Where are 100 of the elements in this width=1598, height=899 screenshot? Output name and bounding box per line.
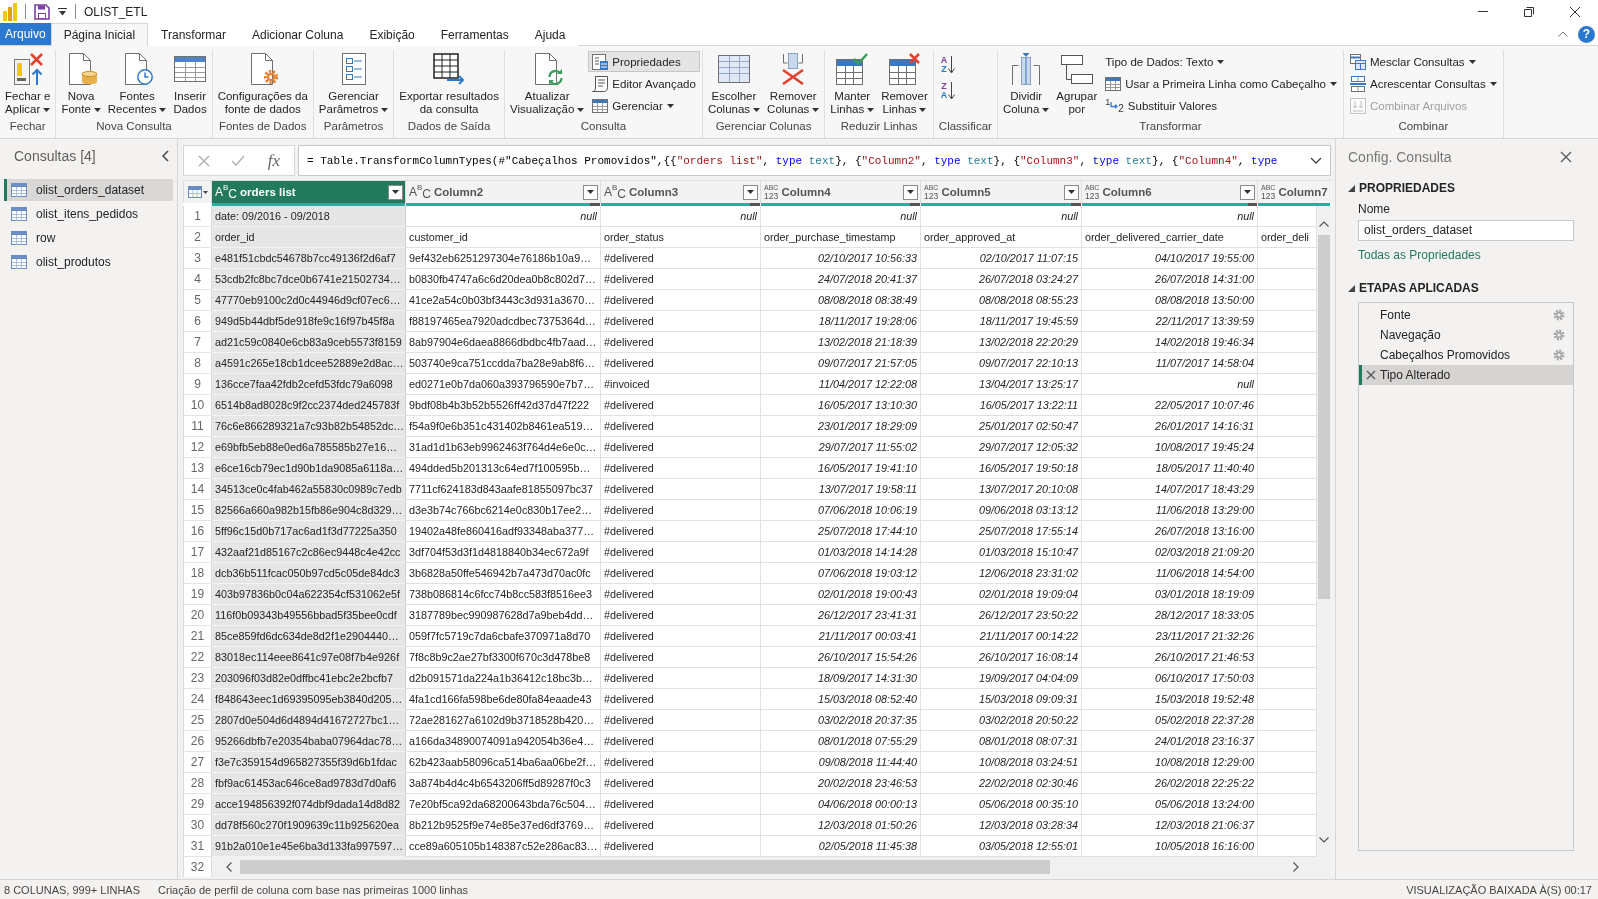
chevron-up-icon[interactable] — [1558, 31, 1568, 37]
chevron-left-icon[interactable] — [226, 862, 232, 872]
arrow-down-icon — [948, 56, 956, 74]
name-field[interactable]: olist_orders_dataset — [1358, 220, 1574, 241]
ribbon-tab[interactable]: Arquivo — [0, 23, 51, 45]
recent-sources-button[interactable]: Fontes Recentes — [104, 50, 170, 119]
row-number: 1 — [183, 206, 212, 227]
query-item[interactable]: olist_orders_dataset — [4, 179, 173, 201]
table-cell: 6514b8ad8028c9f2cc2374ded245783f — [212, 395, 406, 416]
query-item[interactable]: row — [4, 227, 173, 249]
close-apply-button[interactable]: Fechar e Aplicar — [2, 50, 54, 119]
restore-icon[interactable] — [1524, 6, 1534, 17]
manage-button[interactable]: Gerenciar — [588, 95, 700, 116]
horizontal-scrollbar[interactable] — [212, 857, 1331, 877]
table-cell: 12/03/2018 21:06:37 — [1082, 815, 1258, 836]
close-icon[interactable] — [1570, 6, 1580, 17]
data-type-button[interactable]: Tipo de Dados: Texto — [1101, 51, 1341, 72]
group-label: Parâmetros — [322, 120, 385, 134]
column-filter-button[interactable] — [1240, 184, 1255, 200]
enter-data-button[interactable]: Inserir Dados — [170, 50, 210, 119]
keep-rows-button[interactable]: Manter Linhas — [827, 50, 878, 119]
table-cell: 22/05/2017 10:07:46 — [1082, 395, 1258, 416]
scrollbar-thumb[interactable] — [1318, 235, 1330, 599]
caret-down-icon — [1068, 190, 1075, 194]
refresh-preview-button[interactable]: Atualizar Visualização — [506, 50, 588, 119]
column-filter-button[interactable] — [388, 184, 403, 200]
chevron-right-icon[interactable] — [1293, 862, 1299, 872]
table-cell: 738b086814c6fcc74b8cc583f8516ee3 — [406, 584, 601, 605]
row-number: 22 — [183, 647, 212, 668]
close-icon[interactable] — [1560, 151, 1572, 163]
column-filter-button[interactable] — [1064, 184, 1079, 200]
table-cell: 26/07/2018 14:31:00 — [1082, 269, 1258, 290]
insert-function-button[interactable]: fx — [265, 150, 282, 171]
formula-field[interactable]: = Table.TransformColumnTypes(#"Cabeçalhos Promovidos",{{"orders list", type text}, {"Column2", type text}, {"Column3", type text}, {"Column4", type — [298, 145, 1331, 176]
query-item[interactable]: olist_itens_pedidos — [4, 203, 173, 225]
table-cell: 13/02/2018 21:18:39 — [761, 332, 921, 353]
chevron-down-icon[interactable] — [1319, 837, 1329, 843]
applied-step[interactable]: Navegação — [1359, 325, 1573, 345]
column-filter-button[interactable] — [583, 184, 598, 200]
advanced-editor-button[interactable]: Editor Avançado — [588, 73, 700, 94]
table-cell: order_purchase_timestamp — [761, 227, 921, 248]
table-cell: 13/04/2017 13:25:17 — [921, 374, 1082, 395]
replace-values-button[interactable]: 12 Substituir Valores — [1101, 95, 1341, 116]
section-heading: PROPRIEDADES — [1359, 181, 1456, 195]
manage-parameters-button[interactable]: Gerenciar Parâmetros — [315, 50, 392, 119]
chevron-left-icon[interactable] — [162, 150, 169, 162]
use-first-row-headers-button[interactable]: Usar a Primeira Linha como Cabeçalho — [1101, 73, 1341, 94]
remove-columns-button[interactable]: Remover Colunas — [764, 50, 823, 119]
triangle-icon[interactable] — [1348, 284, 1355, 292]
table-cell: 26/07/2018 03:24:27 — [921, 269, 1082, 290]
ribbon-tab[interactable]: Página Inicial — [50, 23, 149, 46]
sort-descending-button[interactable]: ZA — [935, 80, 961, 102]
table-cell: null — [921, 206, 1082, 227]
table-cell: 26/01/2017 14:16:31 — [1082, 416, 1258, 437]
remove-rows-button[interactable]: Remover Linhas — [878, 50, 931, 119]
vertical-scrollbar[interactable] — [1317, 206, 1331, 857]
table-icon — [11, 207, 27, 221]
cross-icon[interactable] — [1366, 370, 1376, 380]
table-cell: 14/07/2017 18:43:29 — [1082, 479, 1258, 500]
scrollbar-thumb[interactable] — [240, 860, 1050, 874]
group-by-button[interactable]: Agrupar por — [1053, 50, 1101, 119]
choose-columns-button[interactable]: Escolher Colunas — [704, 50, 764, 119]
properties-button[interactable]: Propriedades — [588, 51, 700, 72]
help-button[interactable]: ? — [1578, 25, 1595, 43]
table-cell: e481f51cbdc54678b7cc49136f2d6af7 — [212, 248, 406, 269]
applied-step[interactable]: Cabeçalhos Promovidos — [1359, 345, 1573, 365]
append-queries-button[interactable]: Acrescentar Consultas — [1345, 73, 1501, 94]
split-column-button[interactable]: Dividir Coluna — [999, 50, 1053, 119]
column-filter-button[interactable] — [903, 184, 918, 200]
applied-step[interactable]: Fonte — [1359, 305, 1573, 325]
table-cell: acce194856392f074dbf9dada14d8d82 — [212, 794, 406, 815]
caret-down-icon[interactable] — [58, 7, 67, 16]
all-properties-link[interactable]: Todas as Propriedades — [1358, 248, 1481, 262]
table-cell: 26/10/2017 21:46:53 — [1082, 647, 1258, 668]
new-source-button[interactable]: Nova Fonte — [58, 50, 104, 119]
sort-ascending-button[interactable]: AZ — [935, 54, 961, 76]
table-cell: 08/08/2018 08:38:49 — [761, 290, 921, 311]
table-cell: 13/07/2017 20:10:08 — [921, 479, 1082, 500]
table-cell: 16/05/2017 19:50:18 — [921, 458, 1082, 479]
column-filter-button[interactable] — [743, 184, 758, 200]
data-source-settings-button[interactable]: Configurações da fonte de dados — [214, 50, 311, 119]
table-cell: 09/07/2017 22:10:13 — [921, 353, 1082, 374]
query-item[interactable]: olist_produtos — [4, 251, 173, 273]
row-number: 16 — [183, 521, 212, 542]
check-icon[interactable] — [230, 155, 245, 166]
table-cell: 95266dbfb7e20354baba07964dac78… — [212, 731, 406, 752]
table-cell: 16/05/2017 19:41:10 — [761, 458, 921, 479]
table-icon[interactable] — [187, 186, 208, 198]
chevron-down-icon[interactable] — [1310, 157, 1322, 164]
chevron-up-icon[interactable] — [1319, 221, 1329, 227]
save-icon[interactable] — [34, 3, 50, 20]
table-cell: 53cdb2fc8bc7dce0b6741e21502734… — [212, 269, 406, 290]
table-cell: 24/07/2018 20:41:37 — [761, 269, 921, 290]
merge-queries-button[interactable]: Mesclar Consultas — [1345, 51, 1501, 72]
table-cell: 403b97836b0c04a622354cf531062e5f — [212, 584, 406, 605]
triangle-icon[interactable] — [1348, 184, 1355, 192]
table-cell: 059f7fc5719c7da6cbafe370971a8d70 — [406, 626, 601, 647]
table-cell: f848643eec1d69395095eb3840d205… — [212, 689, 406, 710]
export-results-button[interactable]: Exportar resultados da consulta — [396, 50, 502, 119]
applied-step[interactable]: Tipo Alterado — [1359, 365, 1573, 385]
